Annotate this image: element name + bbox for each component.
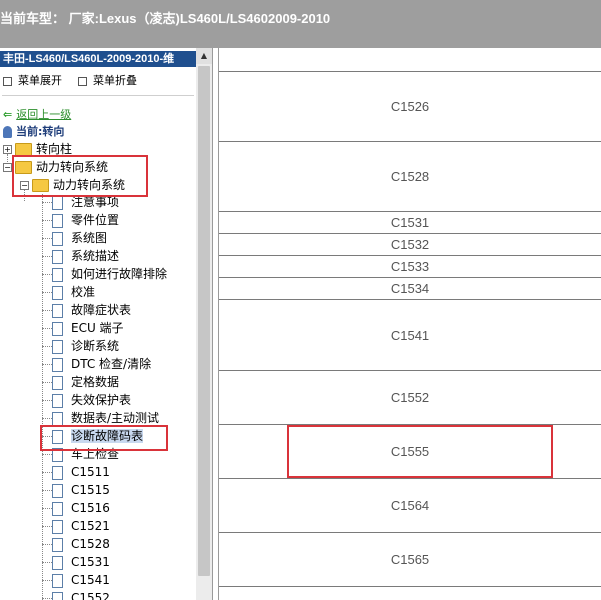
tree-guide bbox=[42, 418, 52, 419]
tree-guide bbox=[42, 256, 52, 257]
divider bbox=[2, 95, 194, 96]
current-location: 当前:转向 bbox=[3, 123, 64, 139]
document-icon bbox=[52, 393, 63, 408]
document-icon bbox=[52, 231, 63, 246]
collapse-node-icon[interactable]: − bbox=[3, 163, 12, 172]
tree-guide bbox=[42, 598, 52, 599]
tree-leaf[interactable]: 如何进行故障排除 bbox=[52, 265, 167, 283]
highlight-box bbox=[40, 425, 168, 451]
tree-leaf[interactable]: C1515 bbox=[52, 481, 110, 499]
document-icon bbox=[52, 249, 63, 264]
tree-leaf[interactable]: 定格数据 bbox=[52, 373, 119, 391]
document-icon bbox=[52, 573, 63, 588]
table-cell: C1552 bbox=[390, 390, 430, 405]
user-icon bbox=[3, 126, 12, 138]
tree-guide bbox=[42, 562, 52, 563]
document-icon bbox=[52, 537, 63, 552]
table-cell: C1526 bbox=[390, 99, 430, 114]
tree-leaf[interactable]: 失效保护表 bbox=[52, 391, 131, 409]
sidebar: 丰田-LS460/LS460L-2009-2010-维 菜单展开 菜单折叠 ⇐ 返… bbox=[0, 48, 196, 600]
tree-leaf[interactable]: C1511 bbox=[52, 463, 110, 481]
document-icon bbox=[52, 465, 63, 480]
tree-leaf[interactable]: 校准 bbox=[52, 283, 95, 301]
tree-guide bbox=[42, 580, 52, 581]
document-icon bbox=[52, 483, 63, 498]
tree-guide bbox=[42, 526, 52, 527]
document-icon bbox=[52, 357, 63, 372]
tree-guide bbox=[42, 194, 43, 600]
table-cell: C1532 bbox=[390, 237, 430, 252]
tree-leaf[interactable]: C1531 bbox=[52, 553, 110, 571]
table-cell: C1564 bbox=[390, 498, 430, 513]
sidebar-header: 丰田-LS460/LS460L-2009-2010-维 bbox=[0, 51, 196, 67]
tree-leaf[interactable]: 系统描述 bbox=[52, 247, 119, 265]
highlight-box bbox=[12, 155, 148, 197]
tree-guide bbox=[42, 346, 52, 347]
table-cell: C1528 bbox=[390, 169, 430, 184]
tree-leaf[interactable]: C1552 bbox=[52, 589, 110, 600]
tree-guide bbox=[42, 220, 52, 221]
back-link[interactable]: ⇐ 返回上一级 bbox=[3, 106, 71, 122]
table-cell: C1533 bbox=[390, 259, 430, 274]
tree-leaf[interactable]: C1528 bbox=[52, 535, 110, 553]
dtc-table: C1526 C1528 C1531 C1532 C1533 C1534 C154… bbox=[219, 48, 601, 600]
document-icon bbox=[52, 195, 63, 210]
window-title: 当前车型： 厂家:Lexus（凌志)LS460L/LS4602009-2010 bbox=[0, 11, 331, 26]
document-icon bbox=[52, 285, 63, 300]
document-icon bbox=[52, 321, 63, 336]
table-cell: C1534 bbox=[390, 281, 430, 296]
table-border bbox=[219, 586, 601, 587]
tree-guide bbox=[42, 292, 52, 293]
document-icon bbox=[52, 411, 63, 426]
tree-leaf[interactable]: 诊断系统 bbox=[52, 337, 119, 355]
menu-collapse-button[interactable]: 菜单折叠 bbox=[78, 72, 137, 88]
menu-expand-button[interactable]: 菜单展开 bbox=[3, 72, 62, 88]
tree-guide bbox=[42, 454, 52, 455]
back-arrow-icon: ⇐ bbox=[3, 108, 13, 121]
tree-leaf[interactable]: 系统图 bbox=[52, 229, 107, 247]
expand-icon bbox=[3, 76, 12, 86]
tree-leaf[interactable]: ECU 端子 bbox=[52, 319, 124, 337]
tree-guide bbox=[42, 490, 52, 491]
tree-guide bbox=[42, 364, 52, 365]
document-icon bbox=[52, 501, 63, 516]
tree-guide bbox=[42, 328, 52, 329]
scroll-up-icon[interactable]: ▲ bbox=[196, 48, 212, 64]
document-icon bbox=[52, 339, 63, 354]
scrollbar-thumb[interactable] bbox=[198, 66, 210, 576]
title-bar: 当前车型： 厂家:Lexus（凌志)LS460L/LS4602009-2010 bbox=[0, 0, 601, 48]
table-cell: C1541 bbox=[390, 327, 430, 343]
document-icon bbox=[52, 555, 63, 570]
tree-leaf[interactable]: DTC 检查/清除 bbox=[52, 355, 151, 373]
document-icon bbox=[52, 591, 63, 600]
collapse-icon bbox=[78, 76, 87, 86]
tree-leaf[interactable]: C1516 bbox=[52, 499, 110, 517]
tree-guide bbox=[42, 310, 52, 311]
document-icon bbox=[52, 303, 63, 318]
highlight-box bbox=[287, 425, 553, 478]
panel-splitter[interactable] bbox=[212, 48, 219, 600]
expand-node-icon[interactable]: + bbox=[3, 145, 12, 154]
sidebar-scrollbar[interactable]: ▲ bbox=[196, 48, 212, 600]
tree-guide bbox=[42, 472, 52, 473]
tree-leaf[interactable]: 零件位置 bbox=[52, 211, 119, 229]
tree-guide bbox=[42, 202, 52, 203]
tree-guide bbox=[42, 238, 52, 239]
tree-leaf[interactable]: C1521 bbox=[52, 517, 110, 535]
document-icon bbox=[52, 267, 63, 282]
tree-guide bbox=[42, 544, 52, 545]
tree-leaf[interactable]: 故障症状表 bbox=[52, 301, 131, 319]
tree-guide bbox=[42, 508, 52, 509]
table-cell: C1531 bbox=[390, 215, 430, 230]
document-icon bbox=[52, 213, 63, 228]
document-icon bbox=[52, 375, 63, 390]
tree-guide bbox=[42, 382, 52, 383]
document-icon bbox=[52, 519, 63, 534]
tree-guide bbox=[42, 274, 52, 275]
tree-leaf[interactable]: C1541 bbox=[52, 571, 110, 589]
tree-guide bbox=[42, 400, 52, 401]
table-cell: C1565 bbox=[390, 552, 430, 567]
